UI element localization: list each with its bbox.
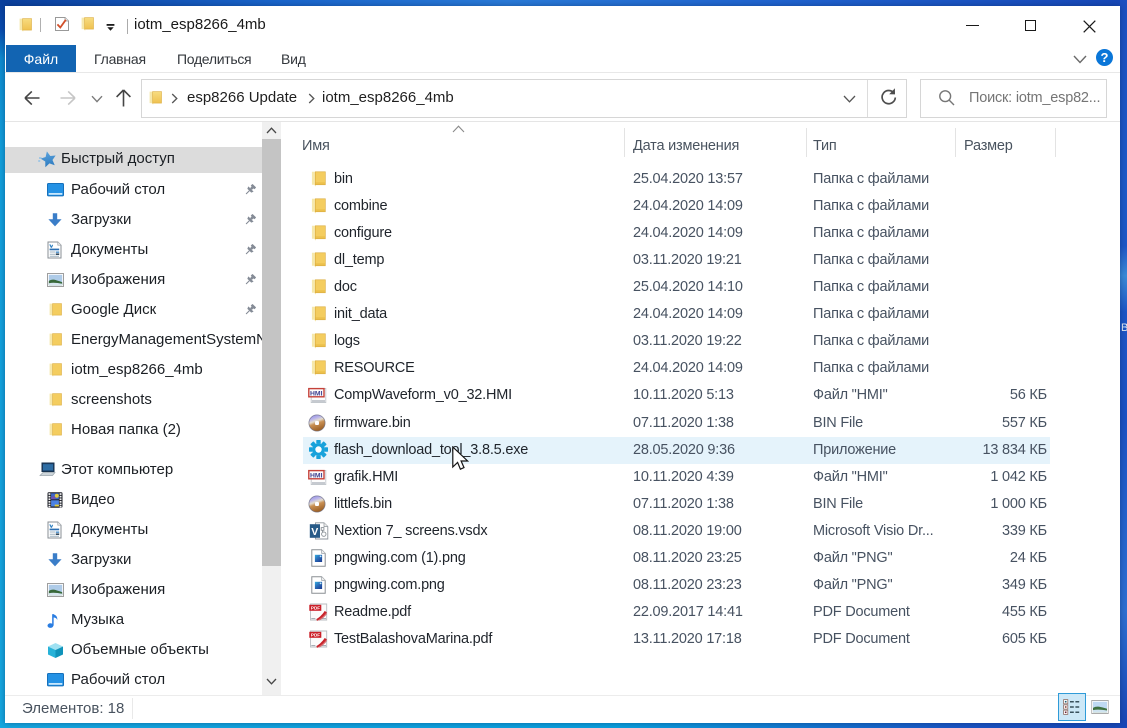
svg-text:PDF: PDF <box>311 633 320 638</box>
svg-text:HMI: HMI <box>310 472 323 479</box>
svg-text:V: V <box>311 526 318 538</box>
svg-text:HMI: HMI <box>310 391 323 398</box>
svg-text:PDF: PDF <box>311 606 320 611</box>
